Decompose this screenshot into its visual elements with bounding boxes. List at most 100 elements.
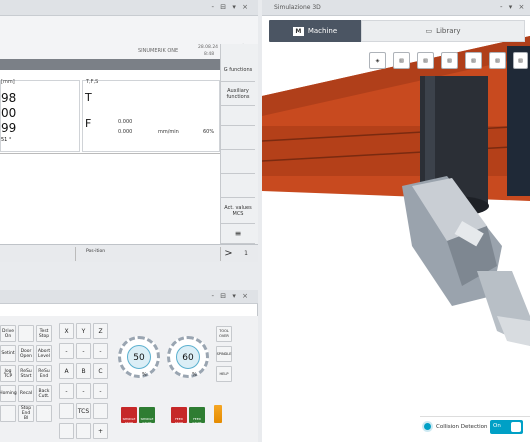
machine-key-11[interactable]: Back Cutt.: [36, 385, 52, 402]
axis-key-14[interactable]: [93, 403, 108, 419]
horizontal-softkeys: Pos-ition > 1: [0, 244, 258, 262]
collision-toggle[interactable]: On: [490, 420, 523, 434]
f-percent: 60%: [203, 129, 215, 135]
page-number: 1: [244, 250, 248, 257]
feed-dial-inner: 60: [176, 345, 200, 369]
machine-key-9[interactable]: Homing: [0, 385, 17, 402]
collision-state: On: [493, 423, 501, 429]
view-side-icon[interactable]: ▧: [441, 52, 458, 69]
spindle-stop-button[interactable]: SPINDLE STOP: [121, 407, 137, 425]
view-iso-icon[interactable]: ▧: [489, 52, 506, 69]
tool-block: T,F,S T F 0.000 0.000 mm/min 60%: [82, 79, 220, 152]
feed-stop-label: FEED STOP: [175, 417, 183, 425]
machine-key-12[interactable]: [0, 405, 16, 422]
vertical-softkeys: G functions Auxiliary functions Act. val…: [220, 44, 258, 244]
coord-block: [mm] 98 00 99 51 °: [0, 79, 80, 152]
softkey-4[interactable]: [221, 126, 255, 150]
machine-key-0[interactable]: Drive On: [0, 325, 16, 342]
axis-key-4[interactable]: -: [76, 343, 91, 359]
axis-key-13[interactable]: TCS: [76, 403, 91, 419]
softkey-menu-icon[interactable]: ≡: [221, 224, 255, 244]
feed-unit: %: [192, 372, 197, 378]
feed-override-value: 60: [182, 353, 194, 363]
softkey-3[interactable]: [221, 106, 255, 126]
spindle-override-dial[interactable]: 50: [118, 336, 160, 378]
sim-window-controls[interactable]: - ▾ ×: [500, 3, 526, 11]
view-cube-icon[interactable]: ▧: [393, 52, 410, 69]
machine-key-8[interactable]: ReSu End: [36, 365, 52, 382]
machine-key-13[interactable]: Stop End Bl: [18, 405, 34, 422]
window-controls[interactable]: - ⊟ ▾ ×: [212, 3, 250, 11]
feed-stop-button[interactable]: FEED STOP: [171, 407, 187, 425]
machine-key-7[interactable]: ReSu Start: [18, 365, 34, 382]
machine-key-10[interactable]: Recal: [18, 385, 34, 402]
spindle-button[interactable]: SPINDLE: [216, 346, 232, 362]
softkey-act-values-mcs[interactable]: Act. values MCS: [221, 198, 255, 224]
machine-key-2[interactable]: Test Stop: [36, 325, 52, 342]
toggle-knob: [511, 422, 521, 432]
view-iso2-icon[interactable]: ▧: [513, 52, 528, 69]
softkey-position[interactable]: Pos-ition: [75, 247, 109, 261]
machine-key-1[interactable]: [18, 325, 34, 342]
tool-over-label: TOOL OVER: [219, 329, 229, 338]
feed-indicator: [214, 405, 222, 423]
tab-machine[interactable]: M Machine: [269, 20, 361, 42]
hmi-panel: - ⊟ ▾ × SINUMERIK ONE 28.08.24 8:48 M VI…: [0, 0, 258, 262]
view-front-icon[interactable]: ▧: [417, 52, 434, 69]
mcp-window-controls[interactable]: - ⊟ ▾ ×: [212, 292, 250, 300]
softkey-next[interactable]: >: [220, 247, 236, 261]
sim-title: Simulazione 3D: [274, 4, 321, 11]
axis-key-1[interactable]: Y: [76, 323, 91, 339]
axis-key-3[interactable]: -: [59, 343, 74, 359]
sim-titlebar: Simulazione 3D: [262, 0, 530, 16]
coord-4: 51 °: [1, 137, 12, 143]
machine-render: [262, 36, 530, 346]
machine-key-5[interactable]: Abort Level: [36, 345, 52, 362]
mcp-titlebar: - ⊟ ▾ ×: [0, 290, 258, 304]
axis-key-5[interactable]: -: [93, 343, 108, 359]
time-label: 8:48: [204, 52, 215, 57]
axis-key-17[interactable]: +: [93, 423, 108, 439]
machine-key-14[interactable]: [36, 405, 52, 422]
machine-tab-icon: M: [292, 26, 304, 36]
axis-key-10[interactable]: -: [76, 383, 91, 399]
coord-2: 00: [1, 106, 17, 120]
softkey-6[interactable]: [221, 174, 255, 198]
spindle-unit: %: [142, 372, 147, 378]
axis-key-12[interactable]: [59, 403, 74, 419]
axis-key-6[interactable]: A: [59, 363, 74, 379]
hmi-titlebar: - ⊟ ▾ ×: [0, 0, 258, 16]
spindle-start-button[interactable]: SPINDLE START: [139, 407, 155, 425]
tool-over-button[interactable]: TOOL OVER: [216, 326, 232, 342]
softkey-aux-functions[interactable]: Auxiliary functions: [221, 82, 255, 106]
tab-library-label: Library: [436, 27, 461, 35]
feed-start-button[interactable]: FEED START: [189, 407, 205, 425]
axis-key-9[interactable]: -: [59, 383, 74, 399]
coord-3: 99: [1, 121, 17, 135]
layers-icon[interactable]: ◈: [369, 52, 386, 69]
axis-key-16[interactable]: [76, 423, 91, 439]
machine-key-6[interactable]: Jog TCP: [0, 365, 16, 382]
view-top-icon[interactable]: ▧: [465, 52, 482, 69]
f-label: F: [85, 117, 92, 130]
softkey-g-functions[interactable]: G functions: [221, 58, 255, 82]
softkey-5[interactable]: [221, 150, 255, 174]
sim-viewport[interactable]: [262, 16, 530, 416]
collision-label: Collision Detection: [436, 424, 488, 430]
machine-key-3[interactable]: Setint: [0, 345, 16, 362]
axis-key-7[interactable]: B: [76, 363, 91, 379]
help-button[interactable]: HELP: [216, 366, 232, 382]
spindle-dial-inner: 50: [127, 345, 151, 369]
coord-1: 98: [1, 91, 17, 105]
axis-key-8[interactable]: C: [93, 363, 108, 379]
spindle-label: SPINDLE: [216, 351, 232, 356]
machine-key-4[interactable]: Door Open: [18, 345, 34, 362]
position-label: Pos-ition: [86, 249, 106, 254]
axis-key-11[interactable]: -: [93, 383, 108, 399]
axis-key-2[interactable]: Z: [93, 323, 108, 339]
tab-library[interactable]: ▭ Library: [361, 20, 525, 42]
axis-key-0[interactable]: X: [59, 323, 74, 339]
f-unit: mm/min: [158, 129, 179, 135]
feed-override-dial[interactable]: 60: [167, 336, 209, 378]
axis-key-15[interactable]: [59, 423, 74, 439]
